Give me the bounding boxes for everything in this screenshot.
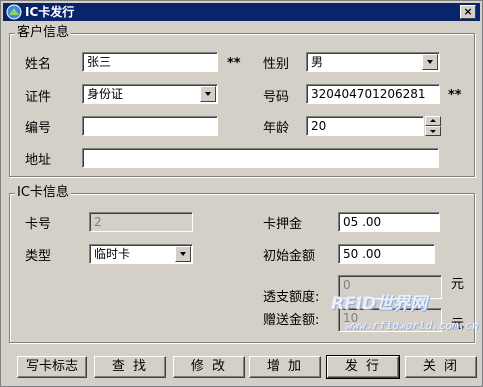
rfidworld-logo: RFID世界网: [331, 294, 428, 314]
card-type-select[interactable]: 临时卡: [89, 244, 193, 264]
age-increment-button[interactable]: [425, 116, 441, 126]
add-button[interactable]: 增 加: [249, 356, 321, 378]
code-label: 编号: [25, 121, 52, 136]
address-input[interactable]: [82, 148, 439, 168]
card-info-legend: IC卡信息: [15, 185, 71, 200]
customer-info-legend: 客户信息: [15, 25, 72, 40]
chevron-down-icon[interactable]: [200, 86, 216, 102]
search-button[interactable]: 查 找: [94, 356, 166, 378]
id-type-label: 证件: [25, 90, 52, 105]
window-title: IC卡发行: [25, 5, 75, 19]
overdraft-label: 透支额度:: [263, 290, 320, 305]
initial-amount-label: 初始金额: [263, 249, 316, 264]
ic-card-issue-window: IC卡发行 × 客户信息 姓名 张三 ** 性别 男 证件 身份证 号码 320…: [0, 0, 483, 387]
gender-select[interactable]: 男: [306, 52, 440, 72]
deposit-label: 卡押金: [263, 217, 303, 232]
id-number-required-mark: **: [448, 88, 462, 103]
card-number-label: 卡号: [25, 217, 52, 232]
gender-value: 男: [311, 55, 324, 69]
gender-label: 性别: [263, 57, 290, 72]
deposit-input[interactable]: 05 .00: [338, 212, 440, 232]
name-label: 姓名: [25, 57, 52, 72]
gift-amount-label: 赠送金额:: [263, 313, 320, 328]
id-number-input[interactable]: 320404701206281: [306, 84, 440, 104]
modify-button[interactable]: 修 改: [173, 356, 245, 378]
card-type-value: 临时卡: [94, 247, 131, 261]
address-label: 地址: [25, 153, 52, 168]
id-number-label: 号码: [263, 90, 290, 105]
chevron-down-icon[interactable]: [422, 54, 438, 70]
age-label: 年龄: [263, 121, 290, 136]
name-input[interactable]: 张三: [82, 52, 218, 72]
card-type-label: 类型: [25, 249, 52, 264]
code-input[interactable]: [82, 116, 218, 136]
card-number-input: 2: [89, 212, 193, 232]
title-bar: IC卡发行 ×: [3, 3, 480, 21]
age-input[interactable]: 20: [306, 116, 424, 136]
id-type-select[interactable]: 身份证: [82, 84, 218, 104]
id-type-value: 身份证: [87, 87, 124, 101]
name-required-mark: **: [227, 56, 241, 71]
close-window-button[interactable]: ×: [460, 5, 476, 19]
write-flag-button[interactable]: 写卡标志: [17, 356, 87, 378]
issue-button[interactable]: 发 行: [326, 355, 400, 379]
initial-amount-input[interactable]: 50 .00: [338, 244, 435, 264]
age-decrement-button[interactable]: [425, 126, 441, 136]
app-icon: [6, 4, 22, 20]
chevron-down-icon[interactable]: [175, 246, 191, 262]
close-button[interactable]: 关 闭: [405, 356, 477, 378]
overdraft-unit: 元: [451, 277, 465, 292]
rfidworld-url: www.rfidworld.com.cn: [346, 319, 479, 332]
